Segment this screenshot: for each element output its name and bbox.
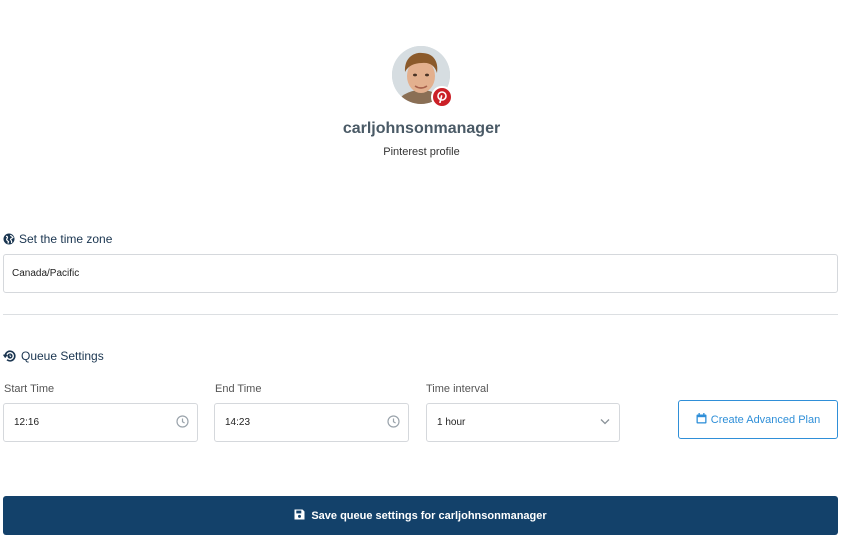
time-interval-label: Time interval bbox=[426, 383, 489, 395]
avatar-container bbox=[391, 46, 453, 108]
profile-username: carljohnsonmanager bbox=[342, 120, 501, 137]
clock-icon bbox=[176, 414, 189, 431]
timezone-select[interactable]: Canada/Pacific bbox=[3, 254, 838, 293]
start-time-label: Start Time bbox=[4, 383, 55, 395]
create-advanced-plan-button[interactable]: Create Advanced Plan bbox=[678, 400, 838, 439]
calendar-icon bbox=[696, 412, 707, 427]
pinterest-icon bbox=[430, 86, 453, 108]
start-time-input[interactable]: 12:16 bbox=[3, 403, 198, 442]
end-time-input[interactable]: 14:23 bbox=[214, 403, 409, 442]
save-queue-settings-label: Save queue settings for carljohnsonmanag… bbox=[311, 509, 547, 522]
profile-header: carljohnsonmanager Pinterest profile bbox=[0, 46, 843, 158]
start-time-value: 12:16 bbox=[14, 417, 40, 428]
queue-section-label: Queue Settings bbox=[21, 349, 104, 363]
queue-section-title: Queue Settings bbox=[3, 349, 104, 363]
save-queue-settings-button[interactable]: Save queue settings for carljohnsonmanag… bbox=[3, 496, 838, 535]
profile-subtitle: Pinterest profile bbox=[383, 146, 460, 158]
globe-icon bbox=[3, 233, 15, 245]
floppy-disk-icon bbox=[294, 509, 305, 523]
time-interval-value: 1 hour bbox=[437, 417, 466, 428]
refresh-clock-icon bbox=[3, 349, 17, 363]
timezone-section-title: Set the time zone bbox=[3, 232, 112, 246]
timezone-value: Canada/Pacific bbox=[12, 268, 80, 279]
end-time-label: End Time bbox=[215, 383, 262, 395]
chevron-down-icon bbox=[599, 415, 611, 430]
section-divider bbox=[3, 314, 838, 315]
time-interval-select[interactable]: 1 hour bbox=[426, 403, 620, 442]
timezone-section-label: Set the time zone bbox=[19, 232, 113, 246]
clock-icon bbox=[387, 414, 400, 431]
end-time-value: 14:23 bbox=[225, 417, 251, 428]
create-advanced-plan-label: Create Advanced Plan bbox=[710, 413, 821, 426]
